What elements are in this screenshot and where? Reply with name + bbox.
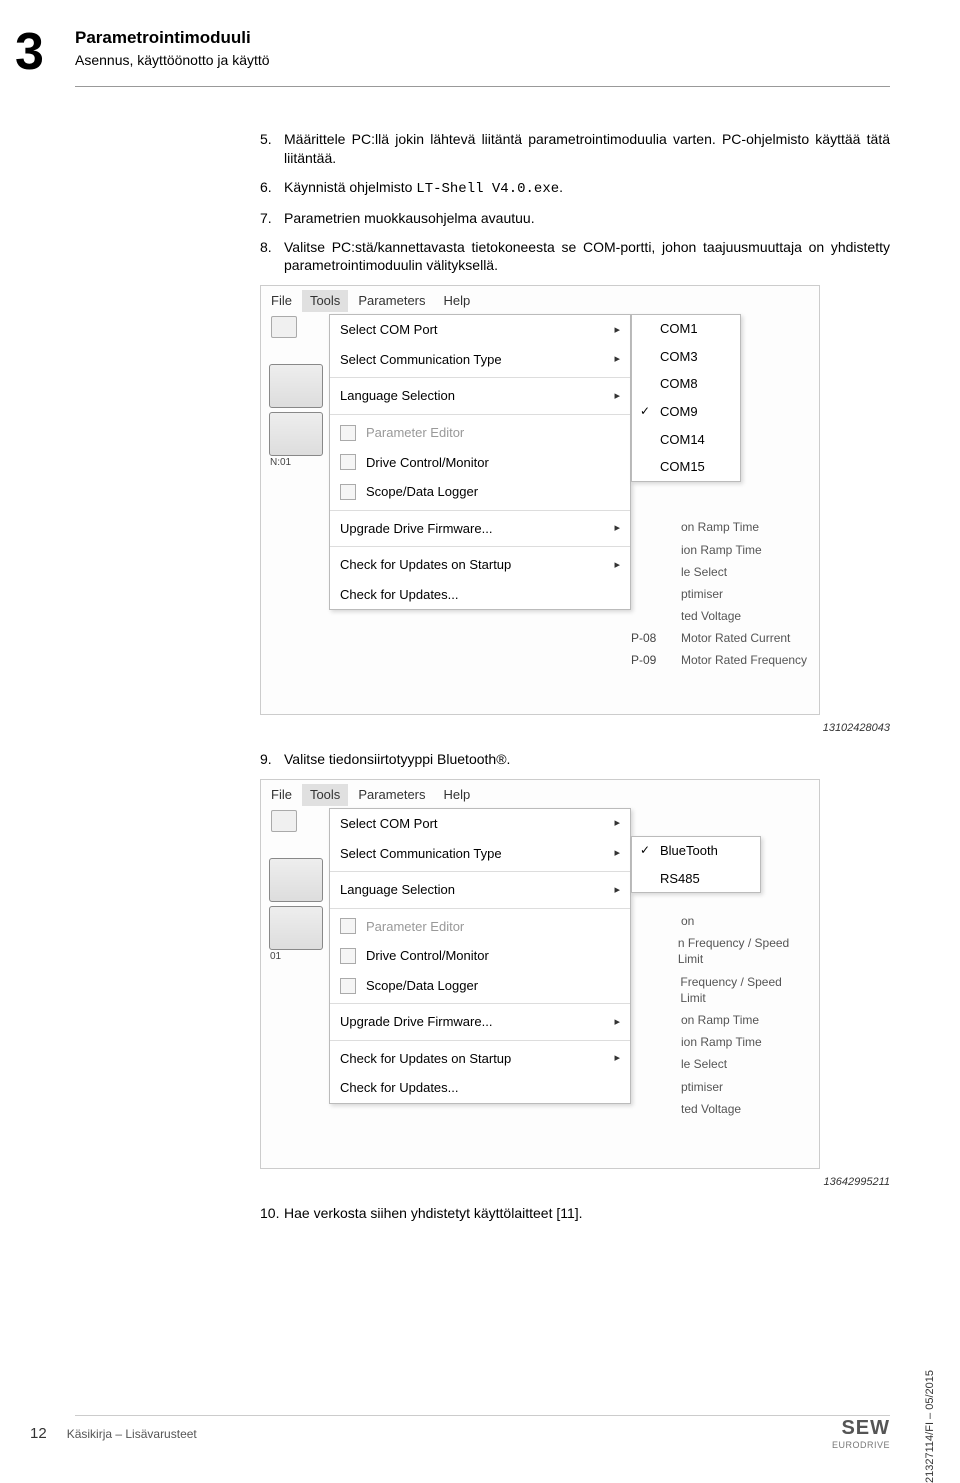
chevron-right-icon: ▸ <box>614 1015 620 1030</box>
device-panel: N:01 <box>269 364 327 460</box>
dd-drive-control[interactable]: Drive Control/Monitor <box>330 941 630 971</box>
menu-parameters[interactable]: Parameters <box>358 786 425 804</box>
chevron-right-icon: ▸ <box>614 521 620 536</box>
menu-help[interactable]: Help <box>444 786 471 804</box>
sm-rs485[interactable]: RS485 <box>632 865 760 893</box>
step-5: 5. Määrittele PC:llä jokin lähtevä liitä… <box>260 130 890 168</box>
dd-select-comm-type[interactable]: Select Communication Type▸ <box>330 839 630 869</box>
menu-parameters[interactable]: Parameters <box>358 292 425 310</box>
image-number: 13642995211 <box>260 1175 890 1190</box>
device-icon[interactable] <box>269 364 323 408</box>
toolbar-icon[interactable] <box>271 316 297 338</box>
step-6: 6. Käynnistä ohjelmisto LT-Shell V4.0.ex… <box>260 178 890 199</box>
menu-file[interactable]: File <box>271 786 292 804</box>
screenshot-bluetooth: File Tools Parameters Help 01 Select COM… <box>260 779 820 1169</box>
doc-id-sidetext: 21327114/FI – 05/2015 <box>924 1370 936 1483</box>
header-rule <box>75 86 890 87</box>
chevron-right-icon: ▸ <box>614 558 620 573</box>
menu-file[interactable]: File <box>271 292 292 310</box>
dd-param-editor: Parameter Editor <box>330 418 630 448</box>
sm-com14[interactable]: COM14 <box>632 426 740 454</box>
step-8: 8. Valitse PC:stä/kannettavasta tietokon… <box>260 238 890 276</box>
chapter-number: 3 <box>15 22 44 82</box>
sm-com3[interactable]: COM3 <box>632 343 740 371</box>
dd-check-updates-startup[interactable]: Check for Updates on Startup▸ <box>330 1044 630 1074</box>
monitor-icon <box>340 454 356 470</box>
screenshot-com-port: File Tools Parameters Help N:01 Select C… <box>260 285 820 715</box>
sm-bluetooth[interactable]: BlueTooth <box>632 837 760 865</box>
param-list-bg: on Ramp Time ion Ramp Time le Select pti… <box>631 516 809 671</box>
dd-param-editor: Parameter Editor <box>330 912 630 942</box>
device-icon[interactable]: N:01 <box>269 412 323 456</box>
sm-com9[interactable]: COM9 <box>632 398 740 426</box>
menubar: File Tools Parameters Help <box>261 286 819 316</box>
header-subtitle: Asennus, käyttöönotto ja käyttö <box>75 52 270 68</box>
toolstrip <box>271 316 301 341</box>
sm-com15[interactable]: COM15 <box>632 453 740 481</box>
toolstrip <box>271 810 301 835</box>
image-number: 13102428043 <box>260 721 890 736</box>
dd-check-updates-startup[interactable]: Check for Updates on Startup▸ <box>330 550 630 580</box>
chevron-right-icon: ▸ <box>614 883 620 898</box>
device-icon[interactable] <box>269 858 323 902</box>
device-icon[interactable]: 01 <box>269 906 323 950</box>
chevron-right-icon: ▸ <box>614 323 620 338</box>
chevron-right-icon: ▸ <box>614 352 620 367</box>
menubar: File Tools Parameters Help <box>261 780 819 810</box>
monitor-icon <box>340 948 356 964</box>
sm-com1[interactable]: COM1 <box>632 315 740 343</box>
dd-select-comm-type[interactable]: Select Communication Type▸ <box>330 345 630 375</box>
footer-rule <box>75 1415 890 1416</box>
editor-icon <box>340 918 356 934</box>
dd-scope[interactable]: Scope/Data Logger <box>330 971 630 1001</box>
chevron-right-icon: ▸ <box>614 1051 620 1066</box>
commtype-submenu: BlueTooth RS485 <box>631 836 761 893</box>
toolbar-icon[interactable] <box>271 810 297 832</box>
dd-language[interactable]: Language Selection▸ <box>330 381 630 411</box>
com-submenu: COM1 COM3 COM8 COM9 COM14 COM15 <box>631 314 741 481</box>
scope-icon <box>340 484 356 500</box>
menu-tools[interactable]: Tools <box>302 290 348 312</box>
step-7: 7. Parametrien muokkausohjelma avautuu. <box>260 209 890 228</box>
tools-dropdown: Select COM Port▸ Select Communication Ty… <box>329 314 631 610</box>
dd-language[interactable]: Language Selection▸ <box>330 875 630 905</box>
dd-check-updates[interactable]: Check for Updates... <box>330 580 630 610</box>
param-list-bg: on n Frequency / Speed Limit Frequency /… <box>631 910 809 1120</box>
dd-upgrade-firmware[interactable]: Upgrade Drive Firmware...▸ <box>330 1007 630 1037</box>
header-title: Parametrointimoduuli <box>75 28 270 48</box>
step-9: 9. Valitse tiedonsiirtotyyppi Bluetooth®… <box>260 750 890 769</box>
chevron-right-icon: ▸ <box>614 389 620 404</box>
device-panel: 01 <box>269 858 327 954</box>
dd-select-com-port[interactable]: Select COM Port▸ <box>330 809 630 839</box>
dd-drive-control[interactable]: Drive Control/Monitor <box>330 448 630 478</box>
chevron-right-icon: ▸ <box>614 846 620 861</box>
editor-icon <box>340 425 356 441</box>
sew-logo: SEW EURODRIVE <box>832 1417 890 1450</box>
tools-dropdown: Select COM Port▸ Select Communication Ty… <box>329 808 631 1104</box>
dd-upgrade-firmware[interactable]: Upgrade Drive Firmware...▸ <box>330 514 630 544</box>
menu-tools[interactable]: Tools <box>302 784 348 806</box>
footer-text: Käsikirja – Lisävarusteet <box>67 1427 832 1441</box>
chevron-right-icon: ▸ <box>614 816 620 831</box>
dd-scope[interactable]: Scope/Data Logger <box>330 477 630 507</box>
scope-icon <box>340 978 356 994</box>
dd-check-updates[interactable]: Check for Updates... <box>330 1073 630 1103</box>
page-number: 12 <box>30 1425 47 1442</box>
dd-select-com-port[interactable]: Select COM Port▸ <box>330 315 630 345</box>
step-10: 10. Hae verkosta siihen yhdistetyt käytt… <box>260 1204 890 1223</box>
sm-com8[interactable]: COM8 <box>632 370 740 398</box>
menu-help[interactable]: Help <box>444 292 471 310</box>
